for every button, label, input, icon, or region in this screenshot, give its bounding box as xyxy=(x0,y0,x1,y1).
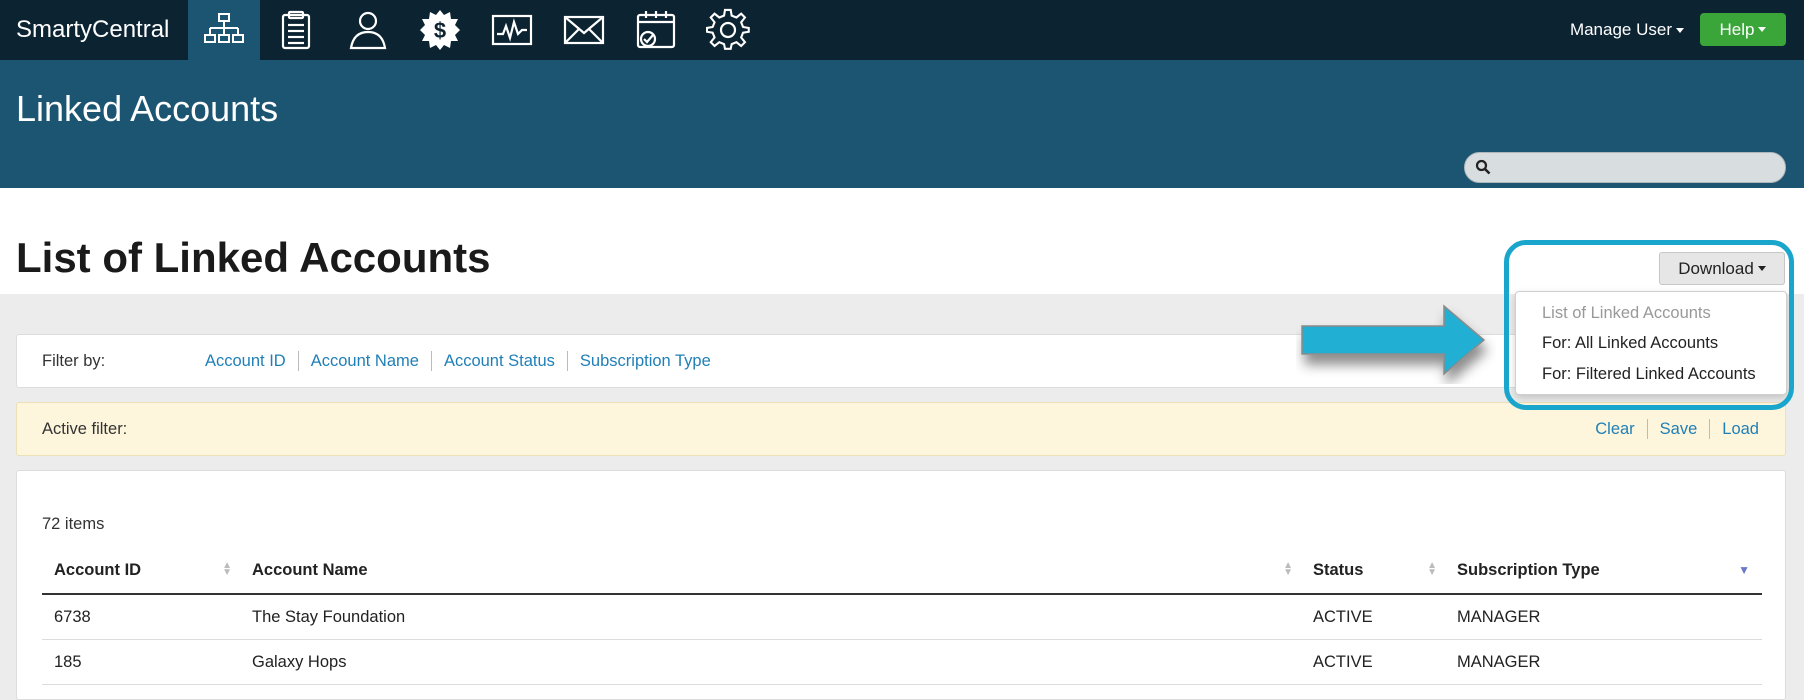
save-filter-link[interactable]: Save xyxy=(1646,419,1710,439)
column-header-subscription-type[interactable]: Subscription Type ▼ xyxy=(1445,547,1762,595)
search-box[interactable] xyxy=(1464,152,1786,183)
filter-account-status[interactable]: Account Status xyxy=(430,351,567,371)
active-filter-label: Active filter: xyxy=(42,420,128,438)
brand-logo[interactable]: SmartyCentral xyxy=(16,16,169,44)
table-row[interactable]: 185 Galaxy Hops ACTIVE MANAGER xyxy=(42,639,1762,685)
filter-account-name[interactable]: Account Name xyxy=(297,351,431,371)
search-icon xyxy=(1475,159,1491,175)
activity-chart-icon[interactable] xyxy=(476,0,548,60)
cell-subscription-type: MANAGER xyxy=(1445,639,1762,685)
settings-gear-icon[interactable] xyxy=(692,0,764,60)
annotation-arrow xyxy=(1301,304,1486,376)
cell-account-name: The Stay Foundation xyxy=(240,594,1301,640)
active-filter-actions: Clear Save Load xyxy=(1583,419,1759,439)
dollar-gear-icon[interactable]: $ xyxy=(404,0,476,60)
highlight-ring xyxy=(1504,240,1794,410)
column-header-status[interactable]: Status ▲ ▼ xyxy=(1301,547,1445,595)
sort-icon: ▲ ▼ xyxy=(1283,560,1293,578)
cell-account-id: 6738 xyxy=(42,594,240,640)
calendar-check-icon[interactable] xyxy=(620,0,692,60)
table-row[interactable]: 6738 The Stay Foundation ACTIVE MANAGER xyxy=(42,594,1762,640)
chevron-down-icon xyxy=(1758,27,1767,32)
active-filter-bar: Active filter: Clear Save Load xyxy=(16,402,1786,456)
sort-icon: ▲ ▼ xyxy=(1427,560,1437,578)
clear-filter-link[interactable]: Clear xyxy=(1583,419,1646,439)
manage-user-menu[interactable]: Manage User xyxy=(1570,20,1684,40)
cell-account-id: 185 xyxy=(42,639,240,685)
header-band: Linked Accounts xyxy=(0,60,1804,188)
filter-subscription-type[interactable]: Subscription Type xyxy=(566,351,723,371)
column-header-label: Account ID xyxy=(54,560,142,579)
hierarchy-icon[interactable] xyxy=(188,0,260,60)
clipboard-icon[interactable] xyxy=(260,0,332,60)
top-nav: SmartyCentral $ Manage User Help xyxy=(0,0,1804,60)
column-header-label: Subscription Type xyxy=(1457,560,1600,579)
table-header-row: Account ID ▲ ▼ Account Name ▲ ▼ Status ▲ ▼ … xyxy=(42,547,1762,595)
svg-text:$: $ xyxy=(434,18,446,43)
column-header-label: Status xyxy=(1313,560,1364,579)
sort-descending-icon: ▼ xyxy=(1738,563,1750,577)
filter-account-id[interactable]: Account ID xyxy=(205,351,298,371)
envelope-icon[interactable] xyxy=(548,0,620,60)
filter-links: Account ID Account Name Account Status S… xyxy=(205,351,723,371)
item-count: 72 items xyxy=(42,515,105,533)
help-label: Help xyxy=(1719,19,1755,39)
page-title: List of Linked Accounts xyxy=(16,234,491,281)
cell-status: ACTIVE xyxy=(1301,639,1445,685)
table-panel: 72 items Account ID ▲ ▼ Account Name ▲ ▼ S… xyxy=(16,470,1786,700)
cell-status: ACTIVE xyxy=(1301,594,1445,640)
help-button[interactable]: Help xyxy=(1700,13,1786,46)
section-title: Linked Accounts xyxy=(16,88,279,129)
filter-label: Filter by: xyxy=(42,352,106,370)
cell-subscription-type: MANAGER xyxy=(1445,594,1762,640)
linked-accounts-table: Account ID ▲ ▼ Account Name ▲ ▼ Status ▲ ▼ … xyxy=(42,547,1762,685)
cell-account-name: Galaxy Hops xyxy=(240,639,1301,685)
column-header-account-name[interactable]: Account Name ▲ ▼ xyxy=(240,547,1301,595)
manage-user-label: Manage User xyxy=(1569,20,1672,39)
load-filter-link[interactable]: Load xyxy=(1709,419,1759,439)
search-input[interactable] xyxy=(1499,156,1773,180)
column-header-account-id[interactable]: Account ID ▲ ▼ xyxy=(42,547,240,595)
column-header-label: Account Name xyxy=(252,560,368,579)
chevron-down-icon xyxy=(1676,28,1684,34)
sort-icon: ▲ ▼ xyxy=(222,560,232,578)
user-icon[interactable] xyxy=(332,0,404,60)
